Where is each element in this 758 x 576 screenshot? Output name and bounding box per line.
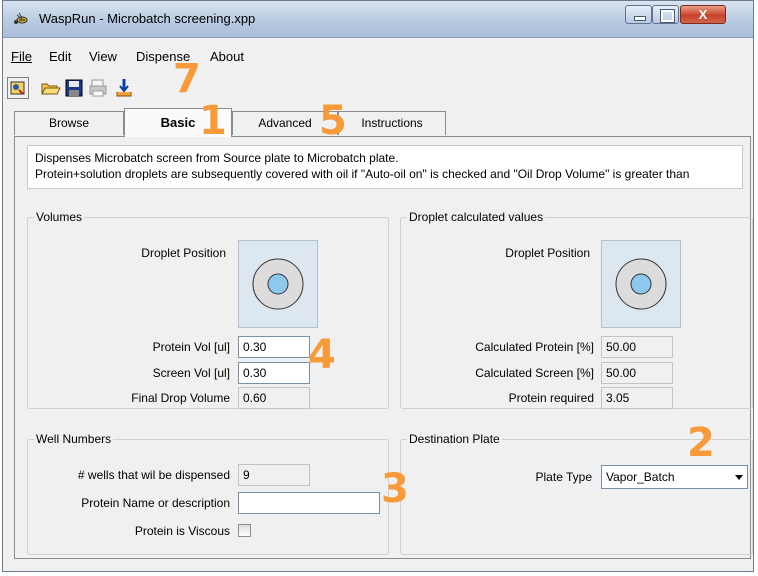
well-numbers-group: Well Numbers # wells that wil be dispens… — [27, 432, 389, 555]
droplet-position-display[interactable] — [238, 240, 318, 328]
calc-protein-label: Calculated Protein [%] — [475, 340, 594, 354]
calc-droplet-position-label: Droplet Position — [505, 246, 590, 260]
print-icon — [89, 79, 107, 97]
tab-browse[interactable]: Browse — [14, 111, 124, 135]
tab-browse-label: Browse — [48, 116, 89, 130]
final-drop-volume-label: Final Drop Volume — [131, 391, 230, 405]
minimize-button[interactable] — [625, 5, 652, 24]
calc-screen-label: Calculated Screen [%] — [475, 366, 594, 380]
menu-file-label: File — [11, 49, 32, 64]
protein-viscous-label: Protein is Viscous — [134, 524, 230, 538]
description-line-1: Dispenses Microbatch screen from Source … — [35, 151, 399, 165]
menu-about[interactable]: About — [210, 49, 244, 64]
menu-edit[interactable]: Edit — [49, 49, 71, 64]
open-folder-icon — [41, 83, 61, 95]
droplet-position-label: Droplet Position — [141, 246, 226, 260]
wizard-icon — [10, 81, 25, 95]
open-button[interactable] — [39, 77, 61, 99]
plate-type-label: Plate Type — [535, 470, 592, 484]
calculated-values-group: Droplet calculated values Droplet Positi… — [400, 210, 753, 409]
chevron-down-icon[interactable] — [735, 475, 743, 480]
annotation-4: 4 — [308, 332, 336, 378]
menu-file[interactable]: File — [11, 49, 32, 64]
tab-advanced-label: Advanced — [258, 116, 312, 130]
window-title: WaspRun - Microbatch screening.xpp — [39, 11, 256, 26]
protein-required-value: 3.05 — [601, 387, 673, 409]
final-drop-volume-value: 0.60 — [238, 387, 310, 409]
calc-screen-value: 50.00 — [601, 362, 673, 384]
annotation-7: 7 — [173, 56, 201, 102]
save-icon — [65, 79, 83, 97]
calculated-values-group-title: Droplet calculated values — [407, 210, 546, 224]
dispense-toolbar-button[interactable] — [113, 77, 135, 99]
menu-view-label: View — [89, 49, 117, 64]
protein-viscous-checkbox[interactable] — [238, 524, 251, 537]
close-button[interactable]: X — [680, 5, 726, 24]
print-button[interactable] — [87, 77, 109, 99]
toolbar — [3, 75, 753, 103]
volumes-group: Volumes Droplet Position Protein Vol [ul… — [27, 210, 389, 409]
description-line-2: Protein+solution droplets are subsequent… — [35, 167, 690, 181]
protein-vol-label: Protein Vol [ul] — [152, 340, 230, 354]
annotation-3: 3 — [381, 466, 409, 512]
annotation-1: 1 — [199, 98, 227, 144]
wasp-app-icon — [14, 12, 28, 24]
annotation-2: 2 — [687, 420, 715, 466]
destination-plate-group-title: Destination Plate — [407, 432, 502, 446]
calc-droplet-position-display — [601, 240, 681, 328]
maximize-icon — [660, 9, 675, 23]
protein-vol-input[interactable]: 0.30 — [238, 336, 310, 358]
plate-type-value: Vapor_Batch — [606, 470, 675, 484]
dispense-icon — [116, 79, 132, 97]
menu-edit-label: Edit — [49, 49, 72, 64]
wells-dispensed-label: # wells that wil be dispensed — [77, 468, 230, 482]
calc-protein-value: 50.00 — [601, 336, 673, 358]
tab-instructions-label: Instructions — [361, 116, 423, 130]
title-bar[interactable]: WaspRun - Microbatch screening.xpp X — [3, 1, 753, 38]
maximize-button[interactable] — [652, 5, 679, 24]
well-numbers-group-title: Well Numbers — [34, 432, 114, 446]
droplet-position-icon — [252, 258, 304, 310]
wells-dispensed-value: 9 — [238, 464, 310, 486]
menu-view[interactable]: View — [89, 49, 117, 64]
description-box: Dispenses Microbatch screen from Source … — [27, 145, 743, 189]
app-window: WaspRun - Microbatch screening.xpp X Fil… — [2, 0, 754, 572]
menu-bar: File Edit View Dispense About — [3, 45, 753, 67]
save-button[interactable] — [63, 77, 85, 99]
protein-name-label: Protein Name or description — [81, 496, 230, 510]
wizard-button[interactable] — [7, 77, 29, 99]
tab-basic-label: Basic — [160, 115, 196, 130]
protein-name-input[interactable] — [238, 492, 380, 514]
menu-about-label: About — [210, 49, 244, 64]
tab-instructions[interactable]: Instructions — [338, 111, 446, 135]
volumes-group-title: Volumes — [34, 210, 85, 224]
tab-strip: Browse Basic Advanced Instructions — [3, 108, 753, 137]
calc-droplet-position-icon — [615, 258, 667, 310]
minimize-icon — [634, 16, 646, 21]
annotation-5: 5 — [319, 98, 347, 144]
protein-required-label: Protein required — [508, 391, 594, 405]
close-icon: X — [698, 7, 708, 22]
screen-vol-input[interactable]: 0.30 — [238, 362, 310, 384]
screen-vol-label: Screen Vol [ul] — [152, 366, 230, 380]
plate-type-select[interactable]: Vapor_Batch — [601, 465, 748, 489]
